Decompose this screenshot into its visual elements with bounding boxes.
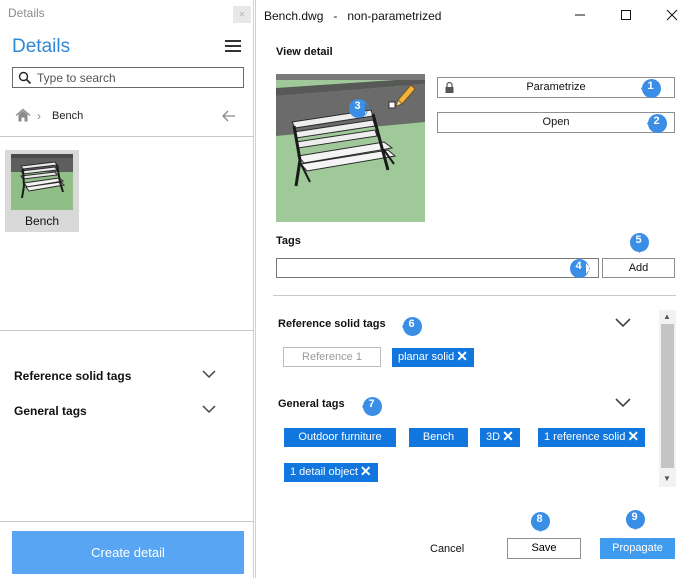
parametrize-button[interactable]: Parametrize <box>437 77 675 98</box>
callout-marker: 6 <box>402 316 423 337</box>
close-icon <box>666 9 678 21</box>
parametrize-label: Parametrize <box>526 81 586 93</box>
search-icon <box>18 71 32 85</box>
panel-heading: Details <box>12 36 71 57</box>
add-tag-button[interactable]: Add <box>602 258 675 278</box>
tag-label: 3D <box>486 431 501 443</box>
callout-marker: 3 <box>348 98 369 119</box>
maximize-button[interactable] <box>616 6 636 24</box>
callout-marker: 4 <box>569 258 590 279</box>
save-button[interactable]: Save <box>507 538 581 559</box>
general-tags-title: General tags <box>278 398 345 410</box>
callout-marker: 2 <box>647 113 668 134</box>
detail-preview[interactable] <box>276 74 425 222</box>
chevron-down-icon <box>202 405 216 414</box>
divider <box>0 330 254 331</box>
details-panel: Details Details › Bench <box>0 0 254 578</box>
detail-item-bench[interactable]: Bench <box>5 150 79 232</box>
open-button[interactable]: Open <box>437 112 675 133</box>
back-arrow-icon[interactable] <box>221 109 237 123</box>
callout-marker: 7 <box>362 396 383 417</box>
chevron-down-icon[interactable] <box>615 398 631 408</box>
breadcrumb-current[interactable]: Bench <box>52 110 83 122</box>
minimize-icon <box>575 14 585 16</box>
panel-close-button[interactable] <box>233 6 251 23</box>
open-label: Open <box>542 116 570 128</box>
divider <box>0 136 254 137</box>
search-box[interactable] <box>12 67 244 88</box>
accordion-label: Reference solid tags <box>14 369 132 383</box>
panel-window-title: Details <box>8 6 45 20</box>
detail-dialog: Bench.dwg - non-parametrized View detail <box>255 0 694 578</box>
scroll-down-icon[interactable]: ▼ <box>663 474 671 483</box>
create-detail-button[interactable]: Create detail <box>12 531 244 574</box>
view-detail-title: View detail <box>276 46 333 58</box>
divider <box>0 521 254 522</box>
tag-label: 1 detail object <box>290 466 358 478</box>
remove-tag-icon[interactable]: ✕ <box>627 429 639 443</box>
tag-chip-reference-solid[interactable]: 1 reference solid ✕ <box>538 428 646 447</box>
tag-input[interactable] <box>276 258 599 278</box>
tag-chip-planar-solid[interactable]: planar solid ✕ <box>392 348 474 367</box>
edit-handle-icon[interactable] <box>388 101 396 109</box>
tag-label: 1 reference solid <box>544 431 626 443</box>
minimize-button[interactable] <box>570 6 590 24</box>
chevron-down-icon[interactable] <box>615 318 631 328</box>
home-icon[interactable] <box>15 108 31 123</box>
callout-marker: 9 <box>625 509 646 530</box>
accordion-reference-solid-tags[interactable]: Reference solid tags <box>14 368 224 384</box>
breadcrumb: › Bench <box>15 108 244 126</box>
remove-tag-icon[interactable]: ✕ <box>502 429 514 443</box>
panel-titlebar: Details <box>0 0 254 26</box>
breadcrumb-chevron-icon: › <box>37 109 41 123</box>
tags-title: Tags <box>276 235 301 247</box>
add-label: Add <box>628 262 649 274</box>
propagate-button[interactable]: Propagate <box>600 538 675 559</box>
remove-tag-icon[interactable]: ✕ <box>456 349 468 363</box>
tag-chip-outdoor-furniture[interactable]: Outdoor furniture <box>284 428 396 447</box>
hamburger-menu-icon[interactable] <box>225 40 241 52</box>
divider <box>273 295 676 296</box>
scroll-up-icon[interactable]: ▲ <box>663 312 671 321</box>
tag-chip-3d[interactable]: 3D ✕ <box>480 428 520 447</box>
scrollbar-thumb[interactable] <box>661 324 674 468</box>
callout-marker: 1 <box>641 78 662 99</box>
tags-scrollbar[interactable]: ▲ ▼ <box>659 310 676 487</box>
remove-tag-icon[interactable]: ✕ <box>360 464 372 478</box>
reference-solid-tags-title: Reference solid tags <box>278 318 386 330</box>
tag-chip-bench[interactable]: Bench <box>409 428 468 447</box>
tag-label: planar solid <box>398 351 455 363</box>
close-button[interactable] <box>662 6 682 24</box>
close-icon <box>239 11 245 17</box>
lock-icon <box>445 81 454 93</box>
detail-item-label: Bench <box>24 214 60 228</box>
callout-marker: 5 <box>629 232 650 253</box>
chevron-down-icon <box>202 370 216 379</box>
tag-chip-detail-object[interactable]: 1 detail object ✕ <box>284 463 378 482</box>
bench-thumbnail <box>11 154 73 210</box>
callout-marker: 8 <box>530 511 551 532</box>
search-input[interactable] <box>37 70 237 85</box>
reference-placeholder-chip: Reference 1 <box>283 347 381 367</box>
tag-label: Bench <box>422 431 455 443</box>
accordion-label: General tags <box>14 404 87 418</box>
tag-label: Outdoor furniture <box>298 431 382 443</box>
accordion-general-tags[interactable]: General tags <box>14 403 224 419</box>
dialog-title: Bench.dwg - non-parametrized <box>264 9 442 23</box>
maximize-icon <box>621 10 631 20</box>
cancel-button[interactable]: Cancel <box>430 543 464 555</box>
